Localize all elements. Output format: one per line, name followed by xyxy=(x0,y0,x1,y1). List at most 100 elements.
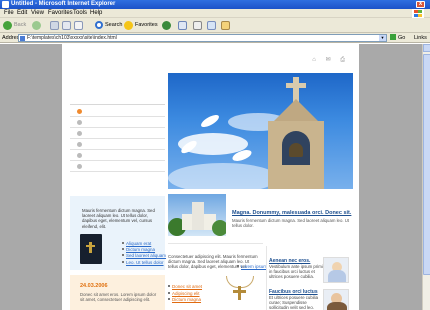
bullet-icon xyxy=(122,242,124,244)
bullet-icon xyxy=(168,285,170,287)
sermon-text: Mauris fermentum dictum magna. Sed laore… xyxy=(82,208,155,229)
menu-tools[interactable]: Tools xyxy=(73,10,87,17)
go-arrow-icon xyxy=(390,34,396,40)
address-input[interactable]: F:\templates\ch103\xxxxx\site\index.html… xyxy=(18,34,387,42)
column-divider xyxy=(266,246,267,310)
right-block-text: Et ultrices posuere cubilia curae; Suspe… xyxy=(269,295,318,310)
feature-heading[interactable]: Magna. Donummy, malesuada orci. Donec si… xyxy=(232,210,351,216)
address-url[interactable]: F:\templates\ch103\xxxxx\site\index.html xyxy=(27,35,117,41)
cross-icon xyxy=(89,242,92,253)
history-icon[interactable] xyxy=(162,21,171,30)
favorites-star-icon[interactable] xyxy=(124,21,133,30)
menu-favorites[interactable]: Favorites xyxy=(48,10,73,17)
nav-item[interactable] xyxy=(70,150,165,161)
bullet-icon xyxy=(77,164,82,169)
news-date-box: 24.03.2006 Donec sit amet eros. Lorem ip… xyxy=(70,275,165,310)
saint-image xyxy=(323,257,349,283)
toolbar: Back Search Favorites xyxy=(0,18,430,33)
mid-link[interactable]: Lorem ipsum xyxy=(237,264,267,269)
search-icon[interactable] xyxy=(95,21,103,29)
sermon-link[interactable]: Leo. Ut tellus dolor xyxy=(126,260,164,265)
back-arrow-icon[interactable] xyxy=(3,21,12,30)
right-block-text: Vestibulum ante ipsum primis in faucibus… xyxy=(269,264,325,280)
cross-necklace-image xyxy=(222,276,262,310)
news-date: 24.03.2006 xyxy=(80,283,108,289)
nav-item[interactable] xyxy=(70,139,165,150)
bullet-icon xyxy=(77,120,82,125)
bullet-icon xyxy=(77,109,82,114)
bullet-icon xyxy=(237,265,239,267)
bullet-icon xyxy=(77,131,82,136)
bullet-icon xyxy=(168,291,170,294)
menu-file[interactable]: File xyxy=(4,10,14,17)
go-label: Go xyxy=(398,35,406,41)
print-icon[interactable] xyxy=(193,21,202,30)
page-icon xyxy=(20,36,25,41)
cross-icon xyxy=(238,286,241,300)
cross-bar xyxy=(286,83,306,88)
web-page: ⌂ ✉ ⎙ Mauris fermentum dictum magna. Sed… xyxy=(62,44,359,310)
menu-view[interactable]: View xyxy=(31,10,44,17)
bullet-icon xyxy=(77,142,82,147)
mail-icon[interactable] xyxy=(178,21,187,30)
messenger-icon[interactable] xyxy=(221,21,230,30)
menu-edit[interactable]: Edit xyxy=(17,10,27,17)
mid-list-link[interactable]: Donec sit amet xyxy=(172,284,202,289)
forward-arrow-icon[interactable] xyxy=(32,21,41,30)
bullet-icon xyxy=(122,260,124,263)
links-button[interactable]: Links xyxy=(414,34,427,42)
sermon-links: Aliquam erat Dictum magna Sed laoreet al… xyxy=(122,241,166,266)
scroll-up-button[interactable] xyxy=(423,44,430,52)
vertical-scrollbar[interactable] xyxy=(422,44,430,310)
ie-app-icon xyxy=(2,1,9,8)
tree xyxy=(212,220,226,236)
refresh-icon[interactable] xyxy=(62,21,71,30)
sermon-link[interactable]: Aliquam erat xyxy=(126,241,151,246)
search-button-label[interactable]: Search xyxy=(105,19,122,32)
feature-text: Mauris fermentum dictum magna. Sed laore… xyxy=(232,218,350,229)
nav-item[interactable] xyxy=(70,128,165,139)
bell-icon xyxy=(289,143,303,157)
dove-icon xyxy=(199,113,221,129)
mid-list-link[interactable]: Adipiscing elit xyxy=(172,291,200,296)
go-button[interactable]: Go xyxy=(390,34,412,42)
nav-list xyxy=(70,106,165,172)
prayer-image xyxy=(323,289,349,310)
scroll-thumb[interactable] xyxy=(423,54,430,275)
mid-link-label[interactable]: Lorem ipsum xyxy=(241,264,267,269)
nav-item[interactable] xyxy=(70,106,165,117)
news-text: Donec sit amet eros. Lorem ipsum dolor s… xyxy=(80,292,157,303)
stop-icon[interactable] xyxy=(50,21,59,30)
bible-image xyxy=(80,234,102,264)
window-title: Untitled - Microsoft Internet Explorer xyxy=(11,1,116,7)
list-item[interactable]: Dictum magna xyxy=(168,297,202,304)
menu-bar: File Edit View Favorites Tools Help xyxy=(0,9,430,18)
garment xyxy=(327,302,347,310)
home-icon[interactable] xyxy=(74,21,83,30)
close-button[interactable]: x xyxy=(416,1,425,8)
sermon-box: Mauris fermentum dictum magna. Sed laore… xyxy=(70,196,166,270)
mid-list-link[interactable]: Dictum magna xyxy=(172,297,201,302)
nav-item[interactable] xyxy=(70,117,165,128)
church-thumbnail[interactable] xyxy=(168,194,226,236)
mid-list: Donec sit amet Adipiscing elit Dictum ma… xyxy=(168,284,202,304)
robe xyxy=(328,270,346,282)
hero-image xyxy=(168,73,353,189)
sermon-link[interactable]: Dictum magna xyxy=(126,247,155,252)
list-item[interactable]: Leo. Ut tellus dolor xyxy=(122,260,166,266)
bullet-icon xyxy=(168,298,170,300)
edit-icon[interactable] xyxy=(207,21,216,30)
menu-help[interactable]: Help xyxy=(90,10,102,17)
bullet-icon xyxy=(122,254,124,257)
page-utility-icons[interactable]: ⌂ ✉ ⎙ xyxy=(312,56,349,64)
address-bar: Address F:\templates\ch103\xxxxx\site\in… xyxy=(0,33,430,43)
cloud xyxy=(168,163,278,189)
favorites-button-label[interactable]: Favorites xyxy=(135,19,158,32)
bell-tower xyxy=(268,121,324,189)
cross-bar xyxy=(86,245,95,247)
sermon-link[interactable]: Sed laoreet aliquam xyxy=(126,253,166,258)
divider xyxy=(168,243,263,244)
address-dropdown-icon[interactable]: ▼ xyxy=(379,35,386,41)
back-button-label[interactable]: Back xyxy=(14,19,26,32)
nav-item[interactable] xyxy=(70,161,165,172)
